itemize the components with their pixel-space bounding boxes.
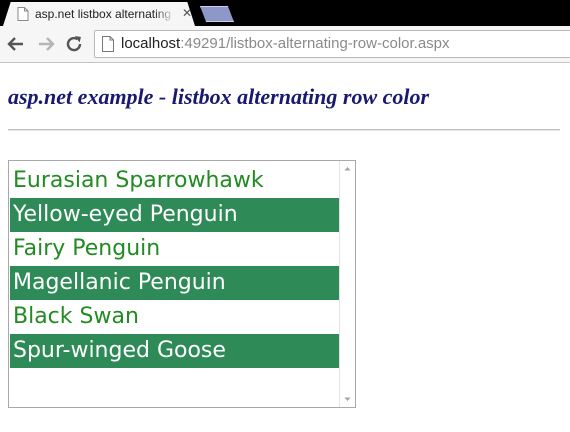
browser-tabstrip: asp.net listbox alternating ✕ [0, 0, 570, 26]
bird-listbox[interactable]: Eurasian Sparrowhawk Yellow-eyed Penguin… [8, 160, 356, 408]
tab-title: asp.net listbox alternating [35, 7, 172, 21]
listbox-item[interactable]: Yellow-eyed Penguin [10, 198, 341, 232]
listbox-item[interactable]: Magellanic Penguin [10, 266, 341, 300]
triangle-up-icon[interactable] [340, 161, 355, 176]
url-text: localhost:49291/listbox-alternating-row-… [121, 35, 450, 52]
page-icon [102, 36, 114, 52]
tab-close-icon[interactable]: ✕ [181, 7, 193, 19]
listbox-scrollbar[interactable] [339, 161, 355, 407]
new-tab-button[interactable] [200, 6, 234, 22]
listbox-item[interactable]: Eurasian Sparrowhawk [10, 164, 341, 198]
triangle-down-icon[interactable] [340, 392, 355, 407]
horizontal-rule [8, 129, 560, 131]
listbox-item[interactable]: Fairy Penguin [10, 232, 341, 266]
browser-toolbar: localhost:49291/listbox-alternating-row-… [0, 26, 570, 63]
arrow-left-icon[interactable] [6, 34, 26, 54]
reload-icon[interactable] [64, 34, 84, 54]
address-bar[interactable]: localhost:49291/listbox-alternating-row-… [94, 30, 570, 58]
listbox-item[interactable]: Black Swan [10, 300, 341, 334]
arrow-right-icon[interactable] [36, 34, 56, 54]
listbox-items: Eurasian Sparrowhawk Yellow-eyed Penguin… [10, 164, 341, 368]
url-path: :49291/listbox-alternating-row-color.asp… [180, 35, 450, 52]
url-host: localhost [121, 35, 181, 52]
page-title: asp.net example - listbox alternating ro… [8, 84, 430, 109]
listbox-item[interactable]: Spur-winged Goose [10, 334, 341, 368]
browser-tab[interactable]: asp.net listbox alternating ✕ [3, 2, 195, 26]
page-icon [17, 7, 29, 21]
